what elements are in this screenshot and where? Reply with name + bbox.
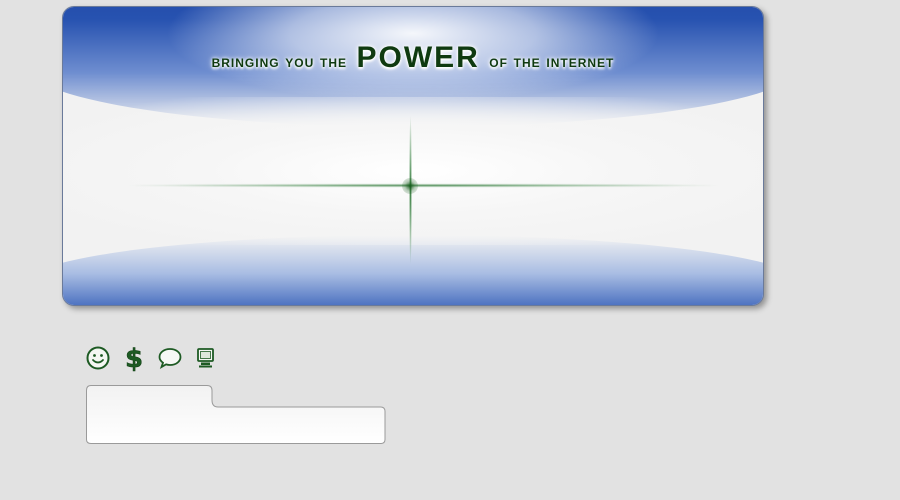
computer-icon[interactable] — [192, 344, 220, 372]
banner-center-glow — [63, 97, 763, 245]
content-tab-panel — [86, 385, 386, 445]
tagline-highlight: POWER — [356, 41, 480, 74]
svg-text:$: $ — [125, 344, 143, 372]
smiley-icon[interactable] — [84, 344, 112, 372]
tab-panel-shape — [86, 385, 386, 444]
tagline-suffix: of the internet — [489, 52, 615, 71]
tagline-prefix: Bringing you the — [211, 52, 348, 71]
icon-nav: $ — [84, 343, 220, 373]
tagline: Bringing you the POWER of the internet — [63, 41, 763, 75]
crosshair-center-glow — [402, 178, 418, 194]
header-banner: Bringing you the POWER of the internet — [62, 6, 764, 306]
crosshair-horizontal-line — [123, 184, 723, 187]
speech-bubble-icon[interactable] — [156, 344, 184, 372]
banner-bottom-gradient — [63, 235, 763, 305]
dollar-icon[interactable]: $ — [120, 344, 148, 372]
